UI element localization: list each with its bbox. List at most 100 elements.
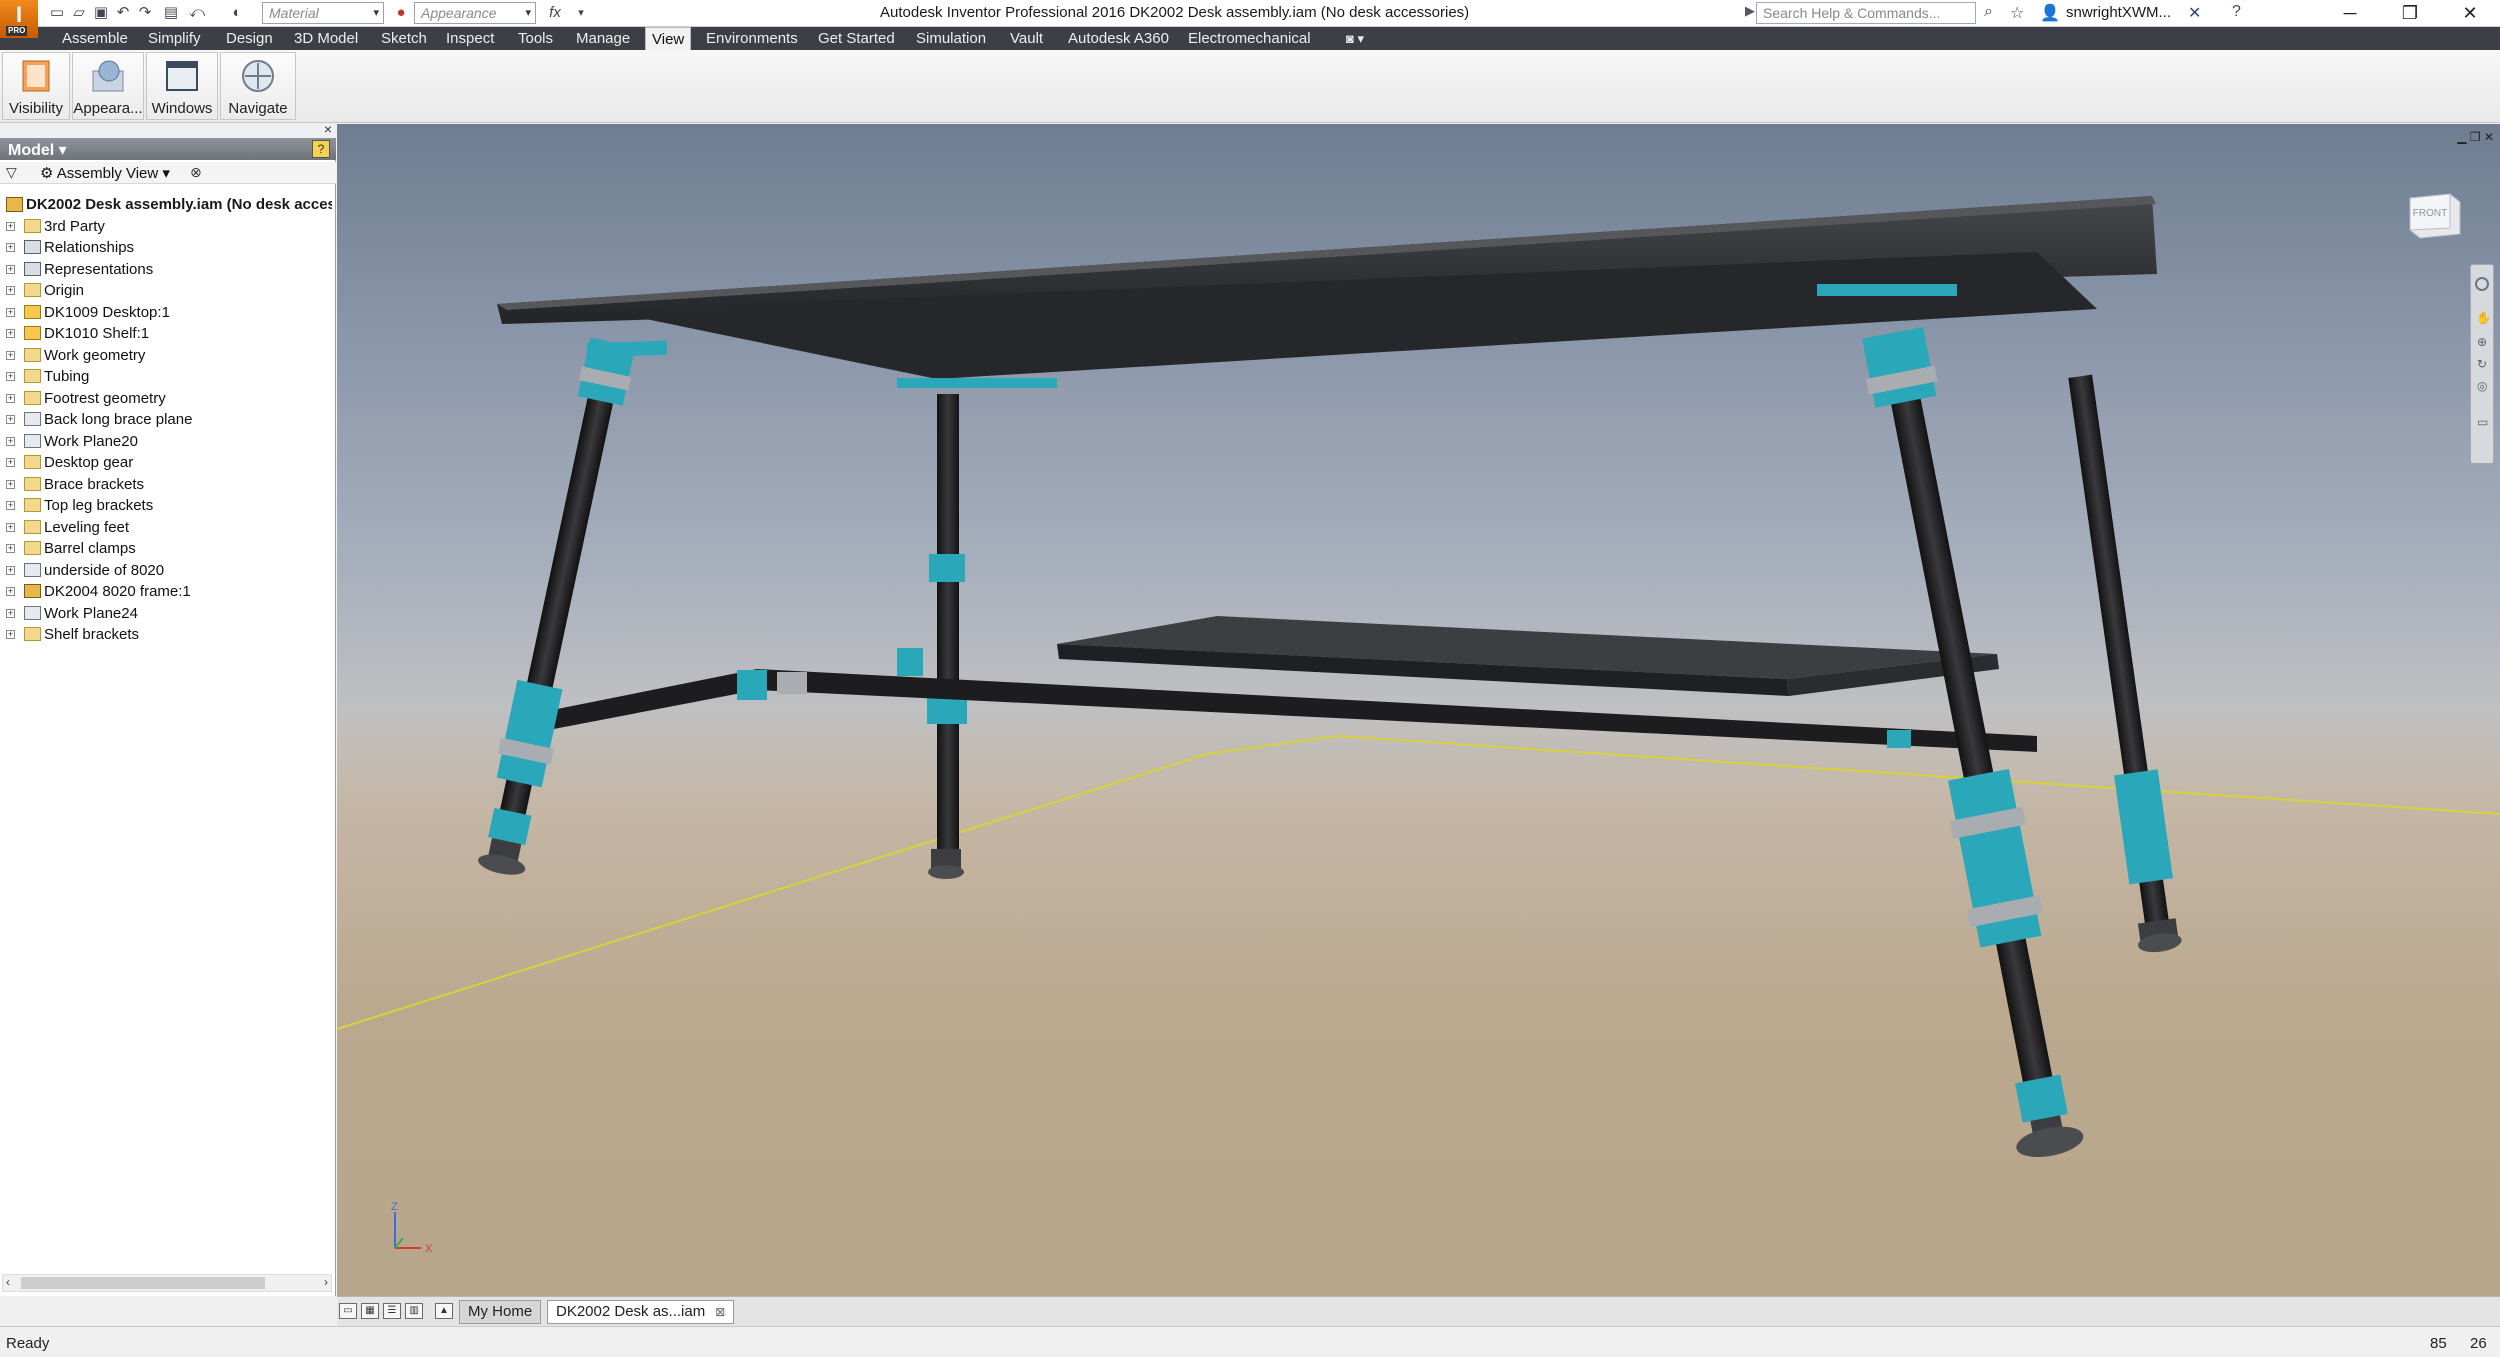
tab-my-home[interactable]: My Home bbox=[459, 1300, 542, 1324]
tile-horizontal-icon[interactable]: ☰ bbox=[383, 1303, 401, 1319]
tree-item[interactable]: + Origin bbox=[0, 280, 336, 302]
expand-icon[interactable]: + bbox=[6, 501, 15, 510]
restore-button[interactable]: ❐ bbox=[2380, 0, 2440, 27]
user-account-icon[interactable]: 👤 bbox=[2040, 3, 2060, 23]
tab-environments[interactable]: Environments bbox=[700, 27, 804, 50]
expand-icon[interactable]: + bbox=[6, 608, 15, 618]
expand-icon[interactable]: + bbox=[6, 436, 15, 446]
tree-item[interactable]: + DK2004 8020 frame:1 bbox=[0, 581, 336, 603]
expand-icon[interactable]: + bbox=[6, 544, 15, 553]
expand-icon[interactable]: + bbox=[6, 587, 15, 596]
orbit-icon[interactable]: ↻ bbox=[2477, 357, 2487, 371]
tree-item[interactable]: + Top leg brackets bbox=[0, 495, 336, 517]
tree-item[interactable]: + Work geometry bbox=[0, 345, 336, 367]
steering-wheel-icon[interactable] bbox=[2475, 277, 2489, 291]
tab-active-document[interactable]: DK2002 Desk as...iam ⊠ bbox=[547, 1300, 735, 1324]
tree-item[interactable]: + Shelf brackets bbox=[0, 624, 336, 646]
app-logo[interactable]: I PRO bbox=[0, 0, 38, 38]
new-file-icon[interactable]: ▭ bbox=[46, 3, 68, 23]
tab-simulation[interactable]: Simulation bbox=[910, 27, 992, 50]
close-button[interactable]: ✕ bbox=[2440, 0, 2500, 27]
search-expand-icon[interactable]: ▶ bbox=[1745, 3, 1755, 19]
user-name[interactable]: snwrightXWM... bbox=[2066, 4, 2171, 21]
qat-customize-icon[interactable]: ▾ bbox=[570, 3, 592, 23]
filter-icon[interactable]: ▽ bbox=[6, 164, 17, 181]
panel-close-icon[interactable]: × bbox=[324, 121, 332, 137]
horizontal-scrollbar[interactable]: ‹ › bbox=[2, 1274, 332, 1292]
save-icon[interactable]: ▣ bbox=[90, 3, 112, 23]
appearance-combo[interactable]: Appearance ▾ bbox=[414, 2, 536, 24]
redo-icon[interactable]: ↷ bbox=[134, 3, 156, 23]
tab-3d-model[interactable]: 3D Model bbox=[288, 27, 364, 50]
material-combo[interactable]: Material ▾ bbox=[262, 2, 384, 24]
tab-simplify[interactable]: Simplify bbox=[142, 27, 207, 50]
tile-vertical-icon[interactable]: ▥ bbox=[405, 1303, 423, 1319]
cascade-windows-icon[interactable]: ▭ bbox=[339, 1303, 357, 1319]
help-icon[interactable]: ? bbox=[2232, 3, 2241, 21]
pan-icon[interactable]: ✋ bbox=[2476, 311, 2491, 325]
expand-icon[interactable]: + bbox=[6, 243, 15, 252]
document-list-icon[interactable]: ▲ bbox=[435, 1303, 453, 1319]
find-binoculars-icon[interactable]: ⊗ bbox=[190, 164, 202, 181]
exchange-apps-icon[interactable]: ✕ bbox=[2188, 3, 2201, 23]
tab-view[interactable]: View bbox=[645, 27, 692, 50]
tab-manage[interactable]: Manage bbox=[570, 27, 636, 50]
viewcube[interactable]: FRONT bbox=[2404, 184, 2466, 242]
tree-item[interactable]: + Desktop gear bbox=[0, 452, 336, 474]
look-at-icon[interactable]: ◎ bbox=[2477, 379, 2487, 393]
expand-icon[interactable]: + bbox=[6, 329, 15, 338]
assembly-view-dropdown[interactable]: ⚙ Assembly View ▾ bbox=[40, 164, 170, 182]
expand-icon[interactable]: + bbox=[6, 221, 15, 231]
expand-icon[interactable]: + bbox=[6, 307, 15, 317]
tab-inspect[interactable]: Inspect bbox=[440, 27, 500, 50]
search-icon[interactable]: ⌕ bbox=[1984, 3, 1993, 21]
expand-icon[interactable]: + bbox=[6, 565, 15, 575]
tree-item[interactable]: + Footrest geometry bbox=[0, 388, 336, 410]
visibility-button[interactable]: Visibility bbox=[2, 52, 70, 120]
windows-button[interactable]: Windows bbox=[146, 52, 218, 120]
tab-vault[interactable]: Vault bbox=[1004, 27, 1049, 50]
expand-icon[interactable]: + bbox=[6, 415, 15, 424]
expand-icon[interactable]: + bbox=[6, 393, 15, 403]
color-wheel-icon[interactable]: ◐ bbox=[226, 3, 248, 23]
fx-button[interactable]: fx bbox=[542, 3, 568, 23]
expand-icon[interactable]: + bbox=[6, 286, 15, 295]
expand-icon[interactable]: + bbox=[6, 350, 15, 360]
browser-help-icon[interactable]: ? bbox=[312, 140, 330, 158]
viewport-window-controls[interactable]: ▁ ❐ ✕ bbox=[2457, 130, 2494, 144]
tree-item[interactable]: + DK1009 Desktop:1 bbox=[0, 302, 336, 324]
favorites-star-icon[interactable]: ☆ bbox=[2010, 3, 2024, 23]
minimize-button[interactable]: ─ bbox=[2320, 0, 2380, 27]
navbar-options-icon[interactable]: ▭ bbox=[2477, 415, 2488, 429]
tree-item[interactable]: + Relationships bbox=[0, 237, 336, 259]
expand-icon[interactable]: + bbox=[6, 458, 15, 467]
search-input[interactable]: Search Help & Commands... bbox=[1756, 2, 1976, 24]
print-icon[interactable]: ▤ bbox=[160, 3, 182, 23]
tab-get-started[interactable]: Get Started bbox=[812, 27, 901, 50]
tree-item[interactable]: + Representations bbox=[0, 259, 336, 281]
browser-title[interactable]: Model ▾ bbox=[8, 140, 67, 160]
expand-icon[interactable]: + bbox=[6, 264, 15, 274]
graphics-window[interactable]: ▁ ❐ ✕ FRONT ✋ ⊕ ↻ ◎ ▭ Z X bbox=[337, 124, 2500, 1296]
zoom-icon[interactable]: ⊕ bbox=[2477, 335, 2487, 349]
tree-item[interactable]: + underside of 8020 bbox=[0, 560, 336, 582]
tab-design[interactable]: Design bbox=[220, 27, 279, 50]
scroll-thumb[interactable] bbox=[21, 1277, 265, 1289]
open-file-icon[interactable]: ▱ bbox=[68, 3, 90, 23]
tile-windows-icon[interactable]: ▦ bbox=[361, 1303, 379, 1319]
appearance-button[interactable]: Appeara... bbox=[72, 52, 144, 120]
expand-icon[interactable]: + bbox=[6, 372, 15, 381]
tab-tools[interactable]: Tools bbox=[512, 27, 559, 50]
close-tab-icon[interactable]: ⊠ bbox=[715, 1305, 725, 1319]
return-icon[interactable]: ⤺ bbox=[186, 3, 208, 23]
undo-icon[interactable]: ↶ bbox=[112, 3, 134, 23]
tree-root-assembly[interactable]: DK2002 Desk assembly.iam (No desk access… bbox=[0, 194, 332, 216]
tab-autodesk-a360[interactable]: Autodesk A360 bbox=[1062, 27, 1175, 50]
scroll-left-icon[interactable]: ‹ bbox=[6, 1275, 10, 1289]
navigation-bar[interactable]: ✋ ⊕ ↻ ◎ ▭ bbox=[2470, 264, 2494, 464]
tab-electromechanical[interactable]: Electromechanical bbox=[1182, 27, 1317, 50]
expand-icon[interactable]: + bbox=[6, 630, 15, 639]
tree-item[interactable]: + Work Plane24 bbox=[0, 603, 336, 625]
expand-icon[interactable]: + bbox=[6, 479, 15, 489]
tree-item[interactable]: + Tubing bbox=[0, 366, 336, 388]
